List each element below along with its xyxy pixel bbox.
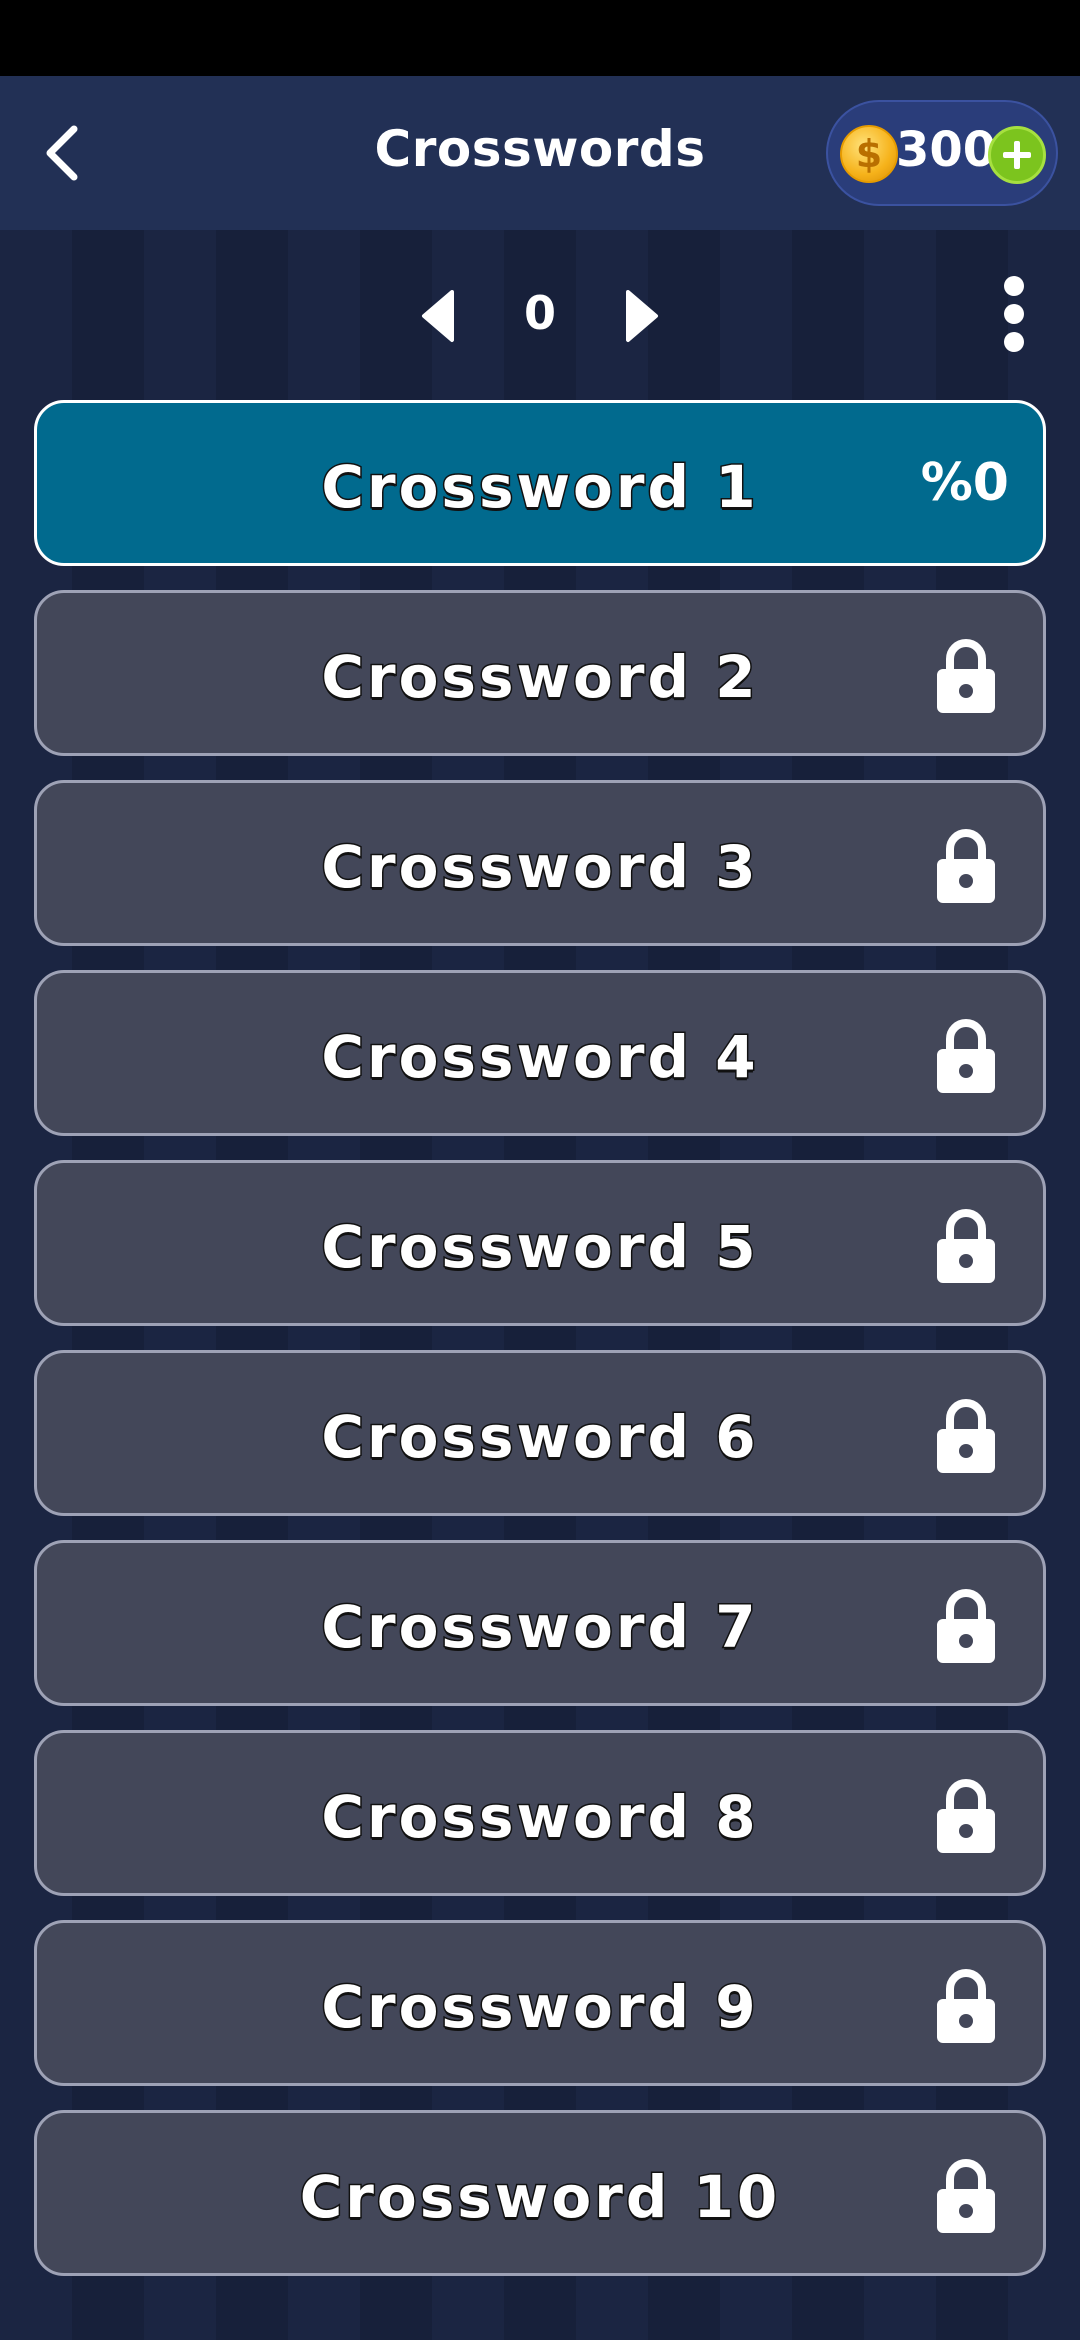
progress-badge: %0: [920, 453, 1009, 513]
crossword-label: Crossword 4: [320, 1022, 759, 1093]
next-page-button[interactable]: [622, 288, 662, 344]
coin-count: 300: [896, 122, 997, 178]
crossword-item-1[interactable]: Crossword 1 %0: [34, 400, 1046, 566]
lock-icon: [937, 1589, 995, 1663]
triangle-left-icon: [422, 290, 454, 342]
crossword-item-3[interactable]: Crossword 3: [34, 780, 1046, 946]
lock-icon: [937, 2159, 995, 2233]
crossword-list: Crossword 1 %0 Crossword 2 Crossword 3 C…: [34, 400, 1046, 2300]
top-bar: Crosswords $ 300: [0, 76, 1080, 230]
lock-icon: [937, 639, 995, 713]
lock-icon: [937, 1019, 995, 1093]
pager: 0: [0, 262, 1080, 362]
crossword-label: Crossword 1: [320, 452, 759, 523]
crossword-label: Crossword 8: [320, 1782, 759, 1853]
crossword-item-9[interactable]: Crossword 9: [34, 1920, 1046, 2086]
previous-page-button[interactable]: [418, 288, 458, 344]
lock-icon: [937, 1209, 995, 1283]
crossword-item-5[interactable]: Crossword 5: [34, 1160, 1046, 1326]
page-number: 0: [523, 286, 556, 340]
crossword-label: Crossword 10: [298, 2162, 781, 2233]
crossword-label: Crossword 5: [320, 1212, 759, 1283]
coin-icon: $: [840, 125, 898, 183]
triangle-right-icon: [626, 290, 658, 342]
plus-icon: [1003, 141, 1031, 169]
crossword-label: Crossword 3: [320, 832, 759, 903]
crossword-item-7[interactable]: Crossword 7: [34, 1540, 1046, 1706]
coin-balance[interactable]: $ 300: [826, 100, 1058, 206]
lock-icon: [937, 1969, 995, 2043]
crossword-item-4[interactable]: Crossword 4: [34, 970, 1046, 1136]
vertical-dots-icon: [996, 276, 1032, 352]
crossword-item-8[interactable]: Crossword 8: [34, 1730, 1046, 1896]
crossword-label: Crossword 7: [320, 1592, 759, 1663]
lock-icon: [937, 1399, 995, 1473]
add-coins-button[interactable]: [988, 126, 1046, 184]
crossword-item-6[interactable]: Crossword 6: [34, 1350, 1046, 1516]
crossword-label: Crossword 6: [320, 1402, 759, 1473]
crossword-label: Crossword 2: [320, 642, 759, 713]
crossword-item-10[interactable]: Crossword 10: [34, 2110, 1046, 2276]
crossword-item-2[interactable]: Crossword 2: [34, 590, 1046, 756]
lock-icon: [937, 829, 995, 903]
more-options-button[interactable]: [996, 276, 1032, 360]
status-bar: [0, 0, 1080, 76]
crossword-label: Crossword 9: [320, 1972, 759, 2043]
lock-icon: [937, 1779, 995, 1853]
